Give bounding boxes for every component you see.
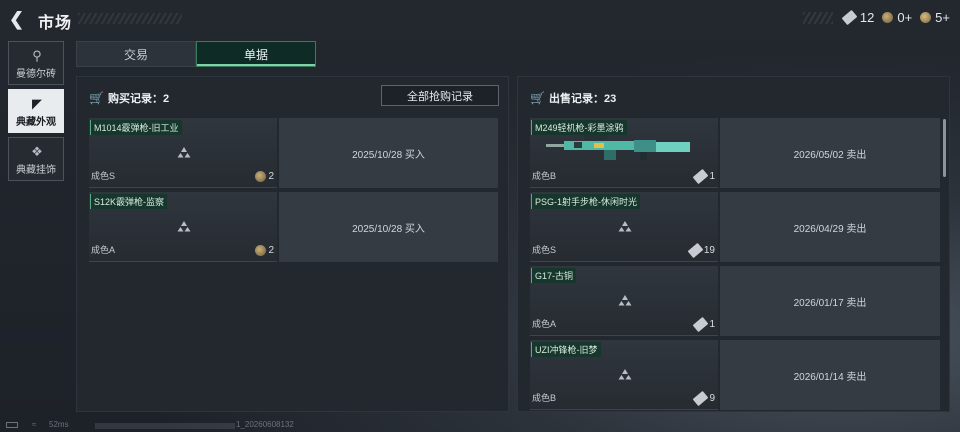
title-decoration bbox=[78, 13, 182, 24]
gold-count: 5+ bbox=[935, 10, 950, 25]
sell-records-title: 出售记录：23 bbox=[548, 93, 617, 105]
buy-records-title: 购买记录：2 bbox=[107, 93, 170, 105]
m249-gun-icon bbox=[546, 135, 690, 160]
item-count: 2 bbox=[255, 245, 274, 256]
sell-records-panel: 🛒 出售记录：23 M249轻机枪-彩墨涂鸦 成色B 1 2026/05/02 … bbox=[517, 76, 950, 412]
sell-records-header: 🛒 出售记录：23 bbox=[530, 90, 616, 106]
item-card[interactable]: PSG-1射手步枪-休闲时光 成色S 19 bbox=[530, 192, 718, 262]
item-count-value: 2 bbox=[268, 171, 274, 182]
item-count-value: 9 bbox=[709, 393, 715, 404]
sidebar-item-label: 典藏外观 bbox=[16, 117, 56, 128]
buy-records-panel: 🛒 购买记录：2 全部抢购记录 M1014霰弹枪-旧工业 成色S 2 2025/… bbox=[76, 76, 509, 412]
coin-icon bbox=[882, 12, 894, 23]
sell-record-row[interactable]: G17-古铜 成色A 1 2026/01/17 卖出 bbox=[530, 266, 940, 336]
item-name: UZI冲锋枪-旧梦 bbox=[531, 342, 601, 357]
record-info: 2026/01/17 卖出 bbox=[720, 266, 940, 336]
coin-count: 0+ bbox=[897, 10, 913, 25]
item-count-value: 19 bbox=[703, 245, 715, 256]
chevron-left-icon[interactable]: ❮ bbox=[9, 9, 29, 29]
item-grade: 成色A bbox=[532, 319, 557, 329]
item-card[interactable]: M249轻机枪-彩墨涂鸦 成色B 1 bbox=[530, 118, 718, 188]
currency-ticket[interactable]: 12 bbox=[841, 9, 875, 26]
record-info: 2026/01/14 卖出 bbox=[720, 340, 940, 410]
battery-icon bbox=[6, 422, 18, 428]
item-card[interactable]: UZI冲锋枪-旧梦 成色B 9 bbox=[530, 340, 718, 410]
currency-coin[interactable]: 0+ bbox=[882, 10, 912, 25]
placeholder-item-icon bbox=[618, 295, 632, 306]
buy-records-header: 🛒 购买记录：2 bbox=[89, 90, 169, 106]
buy-record-row[interactable]: M1014霰弹枪-旧工业 成色S 2 2025/10/28 买入 bbox=[89, 118, 498, 188]
cart-download-icon: 🛒 bbox=[530, 91, 545, 105]
all-snapup-records-button[interactable]: 全部抢购记录 bbox=[381, 85, 499, 106]
item-card[interactable]: M1014霰弹枪-旧工业 成色S 2 bbox=[89, 118, 277, 188]
record-info: 2025/10/28 买入 bbox=[279, 118, 498, 188]
currency-decoration bbox=[802, 11, 833, 24]
coin-icon bbox=[255, 245, 267, 256]
sell-record-row[interactable]: PSG-1射手步枪-休闲时光 成色S 19 2026/04/29 卖出 bbox=[530, 192, 940, 262]
tab-bar: 交易 单据 bbox=[76, 41, 317, 67]
item-count: 2 bbox=[255, 171, 274, 182]
item-card[interactable]: S12K霰弹枪-监察 成色A 2 bbox=[89, 192, 277, 262]
placeholder-item-icon bbox=[618, 369, 632, 380]
sidebar-item-label: 典藏挂饰 bbox=[16, 165, 56, 176]
record-info: 2025/10/28 买入 bbox=[279, 192, 498, 262]
item-count-value: 2 bbox=[268, 245, 274, 256]
charm-icon: ❖ bbox=[31, 144, 43, 159]
sidebar-item-collection-skins[interactable]: ◤ 典藏外观 bbox=[8, 89, 64, 133]
brick-icon: ⚲ bbox=[32, 48, 42, 63]
coin-icon bbox=[255, 171, 267, 182]
item-grade: 成色S bbox=[532, 245, 557, 255]
latency-text: 52ms bbox=[49, 420, 69, 429]
placeholder-item-icon bbox=[177, 147, 191, 158]
build-id-text: 1_20260608132 bbox=[236, 420, 294, 429]
cart-download-icon: 🛒 bbox=[89, 91, 104, 105]
ticket-icon bbox=[693, 316, 709, 333]
item-name: S12K霰弹枪-监察 bbox=[90, 194, 168, 209]
sell-record-row[interactable]: UZI冲锋枪-旧梦 成色B 9 2026/01/14 卖出 bbox=[530, 340, 940, 410]
item-name: M1014霰弹枪-旧工业 bbox=[90, 120, 182, 135]
ticket-icon bbox=[693, 390, 709, 407]
item-name: PSG-1射手步枪-休闲时光 bbox=[531, 194, 641, 209]
gold-coin-icon bbox=[920, 12, 932, 23]
ticket-icon bbox=[693, 168, 709, 185]
top-bar: ❮ 市场 12 0+ 5+ bbox=[0, 0, 960, 36]
ticket-count: 12 bbox=[859, 10, 875, 25]
currency-bar: 12 0+ 5+ bbox=[802, 9, 950, 26]
scrollbar[interactable] bbox=[943, 119, 946, 177]
item-card[interactable]: G17-古铜 成色A 1 bbox=[530, 266, 718, 336]
record-info: 2026/04/29 卖出 bbox=[720, 192, 940, 262]
item-name: M249轻机枪-彩墨涂鸦 bbox=[531, 120, 627, 135]
item-count: 9 bbox=[693, 390, 715, 407]
placeholder-item-icon bbox=[618, 221, 632, 232]
ticket-icon bbox=[687, 242, 704, 259]
sell-record-row[interactable]: M249轻机枪-彩墨涂鸦 成色B 1 2026/05/02 卖出 bbox=[530, 118, 940, 188]
item-count-value: 1 bbox=[709, 319, 715, 330]
pistol-icon: ◤ bbox=[32, 96, 42, 111]
item-grade: 成色A bbox=[91, 245, 116, 255]
record-info: 2026/05/02 卖出 bbox=[720, 118, 940, 188]
sidebar-item-collection-charms[interactable]: ❖ 典藏挂饰 bbox=[8, 137, 64, 181]
item-grade: 成色B bbox=[532, 171, 557, 181]
redacted-bar bbox=[95, 423, 235, 429]
item-name: G17-古铜 bbox=[531, 268, 577, 283]
sidebar-item-mandel-brick[interactable]: ⚲ 曼德尔砖 bbox=[8, 41, 64, 85]
ticket-icon bbox=[841, 9, 858, 26]
sidebar-item-label: 曼德尔砖 bbox=[16, 69, 56, 80]
item-count-value: 1 bbox=[709, 171, 715, 182]
wifi-icon: ≈ bbox=[32, 420, 37, 429]
item-count: 1 bbox=[693, 168, 715, 185]
buy-record-row[interactable]: S12K霰弹枪-监察 成色A 2 2025/10/28 买入 bbox=[89, 192, 498, 262]
tab-trade[interactable]: 交易 bbox=[76, 41, 196, 67]
tab-records[interactable]: 单据 bbox=[196, 41, 316, 67]
page-title: 市场 bbox=[38, 15, 73, 32]
item-grade: 成色S bbox=[91, 171, 116, 181]
item-count: 19 bbox=[687, 242, 715, 259]
status-footer: ≈ 52ms 1_20260608132 bbox=[0, 420, 960, 432]
currency-gold[interactable]: 5+ bbox=[920, 10, 950, 25]
category-sidebar: ⚲ 曼德尔砖 ◤ 典藏外观 ❖ 典藏挂饰 bbox=[8, 41, 64, 185]
item-grade: 成色B bbox=[532, 393, 557, 403]
placeholder-item-icon bbox=[177, 221, 191, 232]
item-count: 1 bbox=[693, 316, 715, 333]
